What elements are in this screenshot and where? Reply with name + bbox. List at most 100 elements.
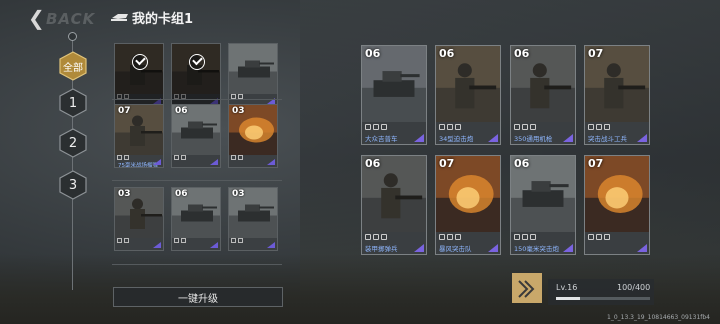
type-icon	[124, 238, 129, 243]
small-card[interactable]	[171, 43, 221, 107]
type-icon	[455, 234, 461, 240]
type-icon	[174, 238, 179, 243]
rarity-corner-icon	[637, 134, 647, 142]
type-icon	[530, 124, 536, 130]
level-progress-bar	[556, 297, 650, 300]
card-type-icons	[588, 234, 610, 240]
type-icon	[365, 234, 371, 240]
type-icon	[522, 124, 528, 130]
small-card[interactable]: 03	[228, 104, 278, 168]
tab-label: 1	[68, 95, 78, 111]
type-icon	[596, 124, 602, 130]
type-icon	[588, 124, 594, 130]
tab-all[interactable]: 全部	[58, 51, 88, 81]
rarity-corner-icon	[414, 244, 424, 252]
type-icon	[124, 155, 129, 160]
type-icon	[231, 238, 236, 243]
level-label: Lv.16	[556, 283, 578, 292]
tab-label: 全部	[63, 62, 83, 74]
back-chevron-icon: ❮	[28, 6, 45, 30]
rarity-corner-icon	[563, 134, 573, 142]
rarity-corner-icon	[488, 134, 498, 142]
small-card[interactable]	[114, 43, 164, 107]
type-icon	[522, 234, 528, 240]
deck-card[interactable]: 06 150毫米突击炮	[510, 155, 576, 255]
type-icon	[231, 155, 236, 160]
rarity-corner-icon	[563, 244, 573, 252]
rarity-corner-icon	[637, 244, 647, 252]
card-cost: 06	[514, 47, 530, 60]
tab-label: 3	[68, 177, 78, 193]
small-card[interactable]: 07 75毫米战场榴弹	[114, 104, 164, 168]
type-icon	[604, 124, 610, 130]
type-icon	[373, 124, 379, 130]
back-watermark: BACK	[46, 10, 96, 28]
deck-card[interactable]: 07	[584, 155, 650, 255]
card-type-icons	[365, 234, 387, 240]
card-name: 150毫米突击炮	[514, 245, 559, 253]
card-cost: 06	[175, 189, 188, 199]
type-icon	[181, 238, 186, 243]
deck-card[interactable]: 06 350通用机枪	[510, 45, 576, 145]
deck-card[interactable]: 06 大众吉普车	[361, 45, 427, 145]
type-icon	[365, 124, 371, 130]
card-name: 大众吉普车	[365, 135, 398, 143]
small-card[interactable]	[228, 43, 278, 107]
card-name: 350通用机枪	[514, 135, 553, 143]
rarity-corner-icon	[210, 159, 218, 165]
rarity-corner-icon	[488, 244, 498, 252]
card-type-icons	[365, 124, 387, 130]
row-divider	[112, 99, 282, 100]
small-card[interactable]: 06	[171, 104, 221, 168]
type-icon	[174, 155, 179, 160]
small-card[interactable]: 03	[114, 187, 164, 251]
small-card[interactable]: 06	[171, 187, 221, 251]
card-name: 突击战斗工兵	[588, 135, 627, 143]
card-cost: 06	[514, 157, 530, 170]
card-type-icons	[174, 155, 186, 161]
deck-icon	[111, 14, 128, 21]
card-name: 装甲掷弹兵	[365, 245, 398, 253]
type-icon	[439, 234, 445, 240]
card-type-icons	[439, 234, 461, 240]
deck-card[interactable]: 07 暴风突击队	[435, 155, 501, 255]
card-cost: 03	[118, 189, 131, 199]
type-icon	[530, 234, 536, 240]
type-icon	[604, 234, 610, 240]
level-progress-fill	[556, 297, 580, 300]
tab-2[interactable]: 2	[58, 128, 88, 158]
card-name: 75毫米战场榴弹	[118, 163, 158, 168]
type-icon	[117, 155, 122, 160]
deck-card[interactable]: 06 34型迫击炮	[435, 45, 501, 145]
check-icon	[189, 54, 205, 70]
tab-3[interactable]: 3	[58, 170, 88, 200]
small-card[interactable]: 03	[228, 187, 278, 251]
rarity-corner-icon	[153, 242, 161, 248]
rarity-corner-icon	[267, 242, 275, 248]
card-cost: 07	[118, 106, 131, 116]
rarity-corner-icon	[267, 159, 275, 165]
card-cost: 07	[588, 47, 604, 60]
rarity-corner-icon	[414, 134, 424, 142]
card-cost: 06	[439, 47, 455, 60]
type-icon	[238, 155, 243, 160]
type-icon	[455, 124, 461, 130]
upgrade-all-button[interactable]: 一键升级	[113, 287, 283, 307]
tab-label: 2	[68, 135, 78, 151]
deck-card[interactable]: 07 突击战斗工兵	[584, 45, 650, 145]
rarity-corner-icon	[210, 242, 218, 248]
check-icon	[132, 54, 148, 70]
type-icon	[514, 234, 520, 240]
card-name: 34型迫击炮	[439, 135, 474, 143]
row-divider	[112, 264, 282, 265]
deck-card[interactable]: 06 装甲掷弹兵	[361, 155, 427, 255]
card-name: 暴风突击队	[439, 245, 472, 253]
build-version: 1_0_13.3_19_10814663_09131fb4	[607, 314, 710, 321]
card-type-icons	[117, 238, 129, 244]
card-type-icons	[231, 238, 243, 244]
tab-1[interactable]: 1	[58, 88, 88, 118]
card-type-icons	[588, 124, 610, 130]
card-cost: 03	[232, 189, 245, 199]
back-button[interactable]: ❮ BACK	[28, 8, 98, 30]
card-type-icons	[439, 124, 461, 130]
